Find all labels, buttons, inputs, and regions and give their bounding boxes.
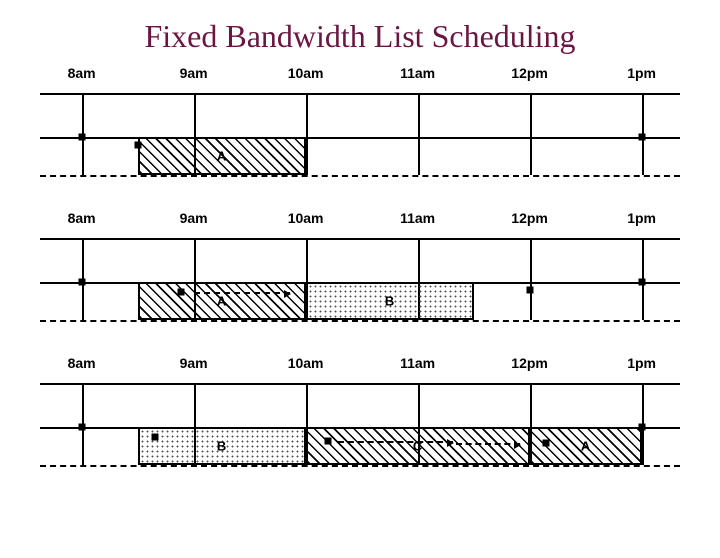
tick-label: 9am <box>180 355 208 371</box>
page-title: Fixed Bandwidth List Scheduling <box>0 18 720 55</box>
arrow-icon <box>338 441 453 443</box>
marker-icon <box>177 289 184 296</box>
axis-top <box>40 93 680 95</box>
tick-label: 8am <box>68 355 96 371</box>
tick-label: 12pm <box>511 210 548 226</box>
marker-icon <box>78 424 85 431</box>
marker-icon <box>78 279 85 286</box>
axis-bottom-dashed <box>40 320 680 322</box>
bar-label: A <box>217 294 226 309</box>
bar-b: B <box>138 427 306 465</box>
bar-label: B <box>217 439 226 454</box>
marker-icon <box>134 142 141 149</box>
chart-1: 8am 9am 10am 11am 12pm 1pm A <box>40 65 680 200</box>
axis-top <box>40 238 680 240</box>
bar-c: C <box>306 427 530 465</box>
bar-b: B <box>306 282 474 320</box>
marker-icon <box>78 134 85 141</box>
marker-icon <box>638 134 645 141</box>
axis-top <box>40 383 680 385</box>
tick-label: 10am <box>288 210 324 226</box>
arrow-icon <box>194 292 290 294</box>
gridline <box>418 93 420 175</box>
chart-2-time-axis: 8am 9am 10am 11am 12pm 1pm <box>40 210 680 232</box>
bar-a: A <box>138 137 306 175</box>
tick-label: 1pm <box>627 355 656 371</box>
tick-label: 10am <box>288 355 324 371</box>
gridline <box>530 238 532 320</box>
marker-icon <box>542 440 549 447</box>
tick-label: 1pm <box>627 65 656 81</box>
marker-icon <box>638 279 645 286</box>
axis-bottom-dashed <box>40 465 680 467</box>
tick-label: 12pm <box>511 65 548 81</box>
arrow-icon <box>456 443 520 445</box>
tick-label: 8am <box>68 210 96 226</box>
tick-label: 8am <box>68 65 96 81</box>
marker-icon <box>152 434 159 441</box>
axis-bottom-dashed <box>40 175 680 177</box>
tick-label: 12pm <box>511 355 548 371</box>
bar-label: A <box>581 439 590 454</box>
axis-mid <box>40 137 680 139</box>
chart-2: 8am 9am 10am 11am 12pm 1pm A B <box>40 210 680 345</box>
bar-label: A <box>217 149 226 164</box>
marker-icon <box>325 438 332 445</box>
gridline <box>530 93 532 175</box>
bar-a: A <box>138 282 306 320</box>
chart-3-time-axis: 8am 9am 10am 11am 12pm 1pm <box>40 355 680 377</box>
bar-label: B <box>385 294 394 309</box>
tick-label: 11am <box>400 65 435 81</box>
tick-label: 11am <box>400 355 435 371</box>
charts-container: 8am 9am 10am 11am 12pm 1pm A 8am 9am 10a… <box>0 65 720 490</box>
tick-label: 9am <box>180 65 208 81</box>
tick-label: 9am <box>180 210 208 226</box>
chart-3: 8am 9am 10am 11am 12pm 1pm B C A <box>40 355 680 490</box>
gridline <box>306 93 308 175</box>
tick-label: 11am <box>400 210 435 226</box>
tick-label: 10am <box>288 65 324 81</box>
marker-icon <box>526 287 533 294</box>
chart-1-time-axis: 8am 9am 10am 11am 12pm 1pm <box>40 65 680 87</box>
tick-label: 1pm <box>627 210 656 226</box>
